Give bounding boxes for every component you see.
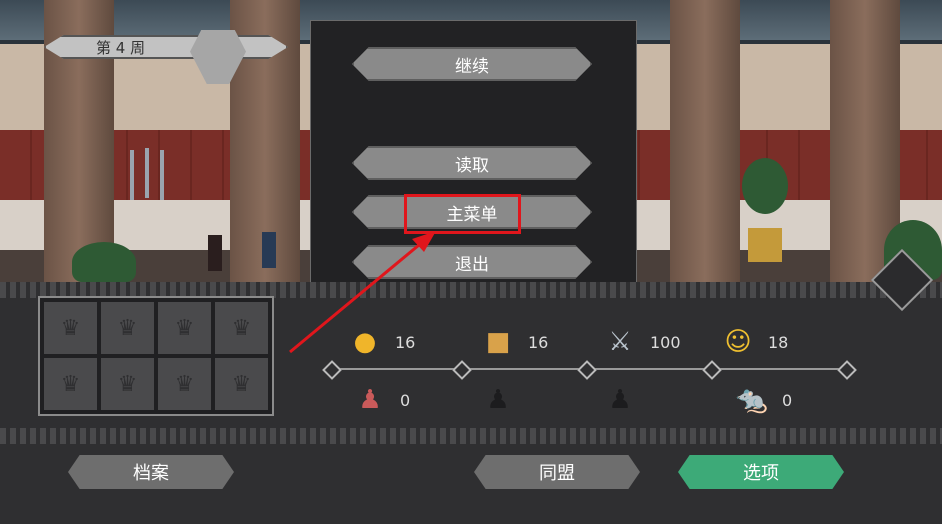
food-count: 16	[395, 332, 416, 352]
morale-resource: ☺ 18	[718, 322, 788, 362]
advisor-icon: ♟	[358, 385, 382, 415]
highlight-box	[404, 194, 521, 234]
archive-button[interactable]: 档案	[68, 455, 234, 489]
options-button[interactable]: 选项	[678, 455, 844, 489]
crown-icon[interactable]: ♛	[215, 302, 268, 354]
wall-sword-icon	[130, 150, 134, 200]
advisor-count: 0	[400, 390, 411, 410]
rat-resource: 🐀 0	[732, 380, 792, 420]
crown-icon[interactable]: ♛	[44, 302, 97, 354]
weapons-resource: ⚔ 100	[600, 322, 681, 362]
quit-label: 退出	[455, 254, 489, 275]
crown-icon[interactable]: ♛	[101, 302, 154, 354]
options-label: 选项	[743, 463, 779, 484]
theater-masks-icon: ☺	[724, 327, 752, 357]
character-red	[208, 235, 222, 271]
gold-icon: ■	[485, 327, 511, 357]
food-icon: ●	[353, 327, 377, 357]
load-label: 读取	[455, 155, 489, 176]
panel-border-mid	[0, 428, 942, 444]
wall-sword-icon	[145, 148, 149, 198]
gold-resource: ■ 16	[478, 322, 549, 362]
continue-label: 继续	[455, 56, 489, 77]
archive-label: 档案	[133, 463, 169, 484]
food-resource: ● 16	[345, 322, 416, 362]
wall-sword-icon	[160, 150, 164, 200]
rat-count: 0	[782, 390, 793, 410]
crown-icon[interactable]: ♛	[44, 358, 97, 410]
crown-icon[interactable]: ♛	[215, 358, 268, 410]
alliance-button[interactable]: 同盟	[474, 455, 640, 489]
rat-icon: 🐀	[735, 385, 769, 415]
alliance-label: 同盟	[539, 463, 575, 484]
plant-pot	[748, 228, 782, 262]
crown-icon[interactable]: ♛	[101, 358, 154, 410]
week-badge: 第 4 周	[44, 35, 288, 59]
load-button[interactable]: 读取	[352, 146, 592, 180]
advisor-resource: ♟ 0	[350, 380, 410, 420]
locked-silhouette-icon: ♟	[486, 385, 510, 415]
potted-plant	[742, 158, 788, 214]
morale-count: 18	[768, 332, 789, 352]
quit-button[interactable]: 退出	[352, 245, 592, 279]
character-blue	[262, 232, 276, 268]
crown-icon[interactable]: ♛	[158, 302, 211, 354]
gold-count: 16	[528, 332, 549, 352]
continue-button[interactable]: 继续	[352, 47, 592, 81]
bush-left	[72, 242, 136, 282]
council-grid: ♛ ♛ ♛ ♛ ♛ ♛ ♛ ♛	[38, 296, 274, 416]
locked-silhouette-icon: ♟	[608, 385, 632, 415]
sword-icon: ⚔	[608, 327, 632, 357]
pillar-3	[670, 0, 740, 290]
crown-icon[interactable]: ♛	[158, 358, 211, 410]
weapons-count: 100	[650, 332, 681, 352]
week-label: 第 4 周	[96, 38, 146, 57]
